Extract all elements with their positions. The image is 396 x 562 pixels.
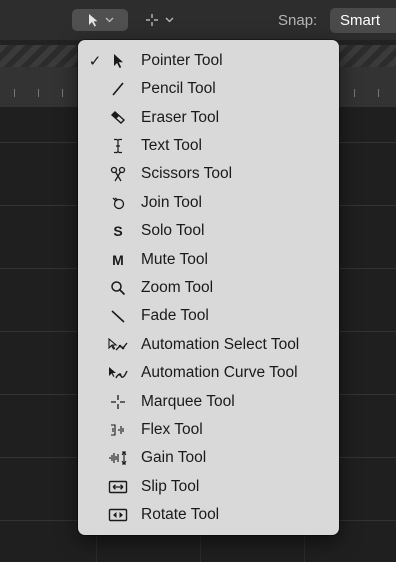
menu-item-rotate-tool[interactable]: Rotate Tool <box>78 501 339 529</box>
snap-label: Snap: <box>278 12 318 29</box>
text-cursor-icon <box>108 136 128 156</box>
menu-item-label: Flex Tool <box>141 421 203 438</box>
menu-item-solo-tool[interactable]: S Solo Tool <box>78 217 339 245</box>
menu-item-mute-tool[interactable]: M Mute Tool <box>78 246 339 274</box>
menu-item-eraser-tool[interactable]: Eraser Tool <box>78 104 339 132</box>
automation-select-icon <box>108 335 128 355</box>
fade-icon <box>108 306 128 326</box>
marquee-icon <box>108 392 128 412</box>
menu-item-label: Fade Tool <box>141 307 209 324</box>
tool-menu: ✓ Pointer Tool Pencil Tool Eraser Tool T… <box>78 40 339 535</box>
menu-item-label: Eraser Tool <box>141 109 220 126</box>
checkmark-icon: ✓ <box>88 53 102 70</box>
menu-item-flex-tool[interactable]: Flex Tool <box>78 416 339 444</box>
menu-item-automation-curve-tool[interactable]: Automation Curve Tool <box>78 359 339 387</box>
menu-item-label: Pencil Tool <box>141 80 216 97</box>
pointer-icon <box>108 51 128 71</box>
menu-item-label: Gain Tool <box>141 449 207 466</box>
eraser-icon <box>108 108 128 128</box>
command-click-tool-button[interactable] <box>132 9 186 31</box>
menu-item-join-tool[interactable]: Join Tool <box>78 189 339 217</box>
chevron-down-icon <box>105 17 114 23</box>
snap-dropdown[interactable]: Smart <box>330 8 396 33</box>
menu-item-label: Mute Tool <box>141 251 208 268</box>
menu-item-marquee-tool[interactable]: Marquee Tool <box>78 388 339 416</box>
menu-item-label: Join Tool <box>141 194 202 211</box>
menu-item-label: Rotate Tool <box>141 506 220 523</box>
menu-item-label: Automation Select Tool <box>141 336 300 353</box>
menu-item-fade-tool[interactable]: Fade Tool <box>78 302 339 330</box>
menu-item-label: Solo Tool <box>141 222 205 239</box>
gain-icon <box>108 448 128 468</box>
menu-item-label: Automation Curve Tool <box>141 364 298 381</box>
automation-curve-icon <box>108 363 128 383</box>
left-click-tool-button[interactable] <box>72 9 128 31</box>
menu-item-label: Slip Tool <box>141 478 200 495</box>
menu-item-gain-tool[interactable]: Gain Tool <box>78 444 339 472</box>
menu-item-label: Marquee Tool <box>141 393 235 410</box>
toolbar: Snap: Smart <box>0 0 396 40</box>
menu-item-zoom-tool[interactable]: Zoom Tool <box>78 274 339 302</box>
menu-item-label: Text Tool <box>141 137 202 154</box>
menu-item-automation-select-tool[interactable]: Automation Select Tool <box>78 331 339 359</box>
pointer-arrow-icon <box>87 13 99 27</box>
menu-item-pointer-tool[interactable]: ✓ Pointer Tool <box>78 47 339 75</box>
pencil-icon <box>108 79 128 99</box>
rotate-icon <box>108 505 128 525</box>
join-icon <box>108 193 128 213</box>
menu-item-pencil-tool[interactable]: Pencil Tool <box>78 75 339 103</box>
menu-item-text-tool[interactable]: Text Tool <box>78 132 339 160</box>
menu-item-label: Zoom Tool <box>141 279 214 296</box>
menu-item-label: Scissors Tool <box>141 165 233 182</box>
mute-icon: M <box>112 252 124 268</box>
menu-item-slip-tool[interactable]: Slip Tool <box>78 473 339 501</box>
menu-item-scissors-tool[interactable]: Scissors Tool <box>78 160 339 188</box>
magnifier-icon <box>108 278 128 298</box>
solo-icon: S <box>113 223 123 239</box>
flex-icon <box>108 420 128 440</box>
marquee-crosshair-icon <box>145 13 159 27</box>
chevron-down-icon <box>165 17 174 23</box>
slip-icon <box>108 477 128 497</box>
menu-item-label: Pointer Tool <box>141 52 223 69</box>
scissors-icon <box>108 164 128 184</box>
